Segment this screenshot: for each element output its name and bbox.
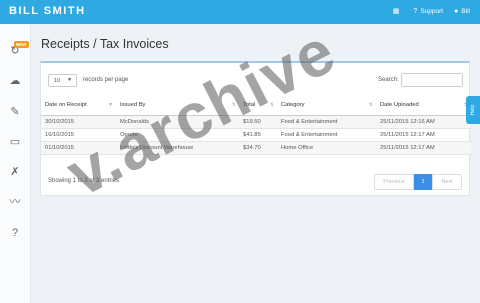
question-circle-icon: ? — [413, 7, 418, 15]
user-icon: ● — [454, 7, 459, 15]
previous-page-button[interactable]: Previous — [374, 174, 414, 190]
support-link[interactable]: ? Support — [413, 8, 443, 15]
user-label: Bill — [461, 7, 470, 15]
help-tab[interactable]: Help — [466, 96, 480, 124]
table-cell: 25/11/2015 12:17 AM — [376, 128, 471, 142]
edit-icon: ✎ — [10, 106, 20, 118]
sidebar-item-documents[interactable]: ▭ — [8, 135, 22, 149]
sidebar-item-tools[interactable]: ✗ — [8, 165, 22, 179]
search-input[interactable] — [401, 73, 463, 87]
table-cell: Food & Entertainment — [277, 128, 376, 142]
table-cell: Home Office — [277, 141, 376, 155]
brand-title: BILL SMITH — [9, 5, 86, 17]
top-nav-links: ▦ ? Support ● Bill — [382, 7, 470, 16]
next-page-button[interactable]: Next — [432, 174, 462, 190]
sidebar-item-upload[interactable]: ☁ — [8, 74, 22, 88]
sidebar-item-help[interactable]: ? — [8, 226, 22, 240]
user-menu[interactable]: ● Bill — [454, 8, 470, 15]
help-tab-label: Help — [469, 104, 476, 116]
sort-icon: ⇅ — [368, 102, 373, 108]
table-cell: Food & Entertainment — [277, 115, 376, 129]
records-per-page-select[interactable]: 10 ▼ — [48, 74, 77, 87]
column-header-date-on-receipt[interactable]: Date on Receipt ▼ — [41, 95, 116, 116]
table-cell: 25/11/2015 12:16 AM — [376, 115, 471, 129]
support-label: Support — [420, 7, 444, 15]
records-per-page-value: 10 — [54, 78, 61, 84]
page-1-button[interactable]: 1 — [414, 174, 432, 190]
help-circle-icon: ? — [11, 227, 19, 239]
new-badge: NEW — [14, 41, 29, 48]
sort-desc-icon: ▼ — [108, 102, 113, 108]
sidebar-item-reports[interactable]: 〰 — [8, 195, 22, 209]
grid-icon: ▦ — [392, 8, 400, 15]
chevron-down-icon: ▼ — [67, 77, 72, 83]
document-icon: ▭ — [9, 136, 21, 148]
pagination: Previous 1 Next — [374, 174, 462, 190]
line-chart-icon: 〰 — [9, 196, 21, 208]
column-header-date-uploaded[interactable]: Date Uploaded ⇅ — [376, 95, 471, 116]
page-title: Receipts / Tax Invoices — [41, 37, 169, 51]
sidebar: ↻ NEW ☁ ✎ ▭ ✗ 〰 ? — [0, 24, 31, 303]
menu-grid-button[interactable]: ▦ — [393, 7, 403, 15]
table-cell: 25/11/2015 12:17 AM — [376, 141, 471, 155]
top-navigation-bar: BILL SMITH ▦ ? Support ● Bill — [0, 0, 480, 24]
wrench-icon: ✗ — [10, 166, 20, 178]
records-per-page-label: records per page — [83, 77, 129, 83]
table-cell: $34.70 — [239, 141, 277, 155]
sidebar-item-edit[interactable]: ✎ — [8, 105, 22, 119]
search-label: Search: — [378, 77, 399, 83]
cloud-upload-icon: ☁ — [9, 75, 21, 87]
